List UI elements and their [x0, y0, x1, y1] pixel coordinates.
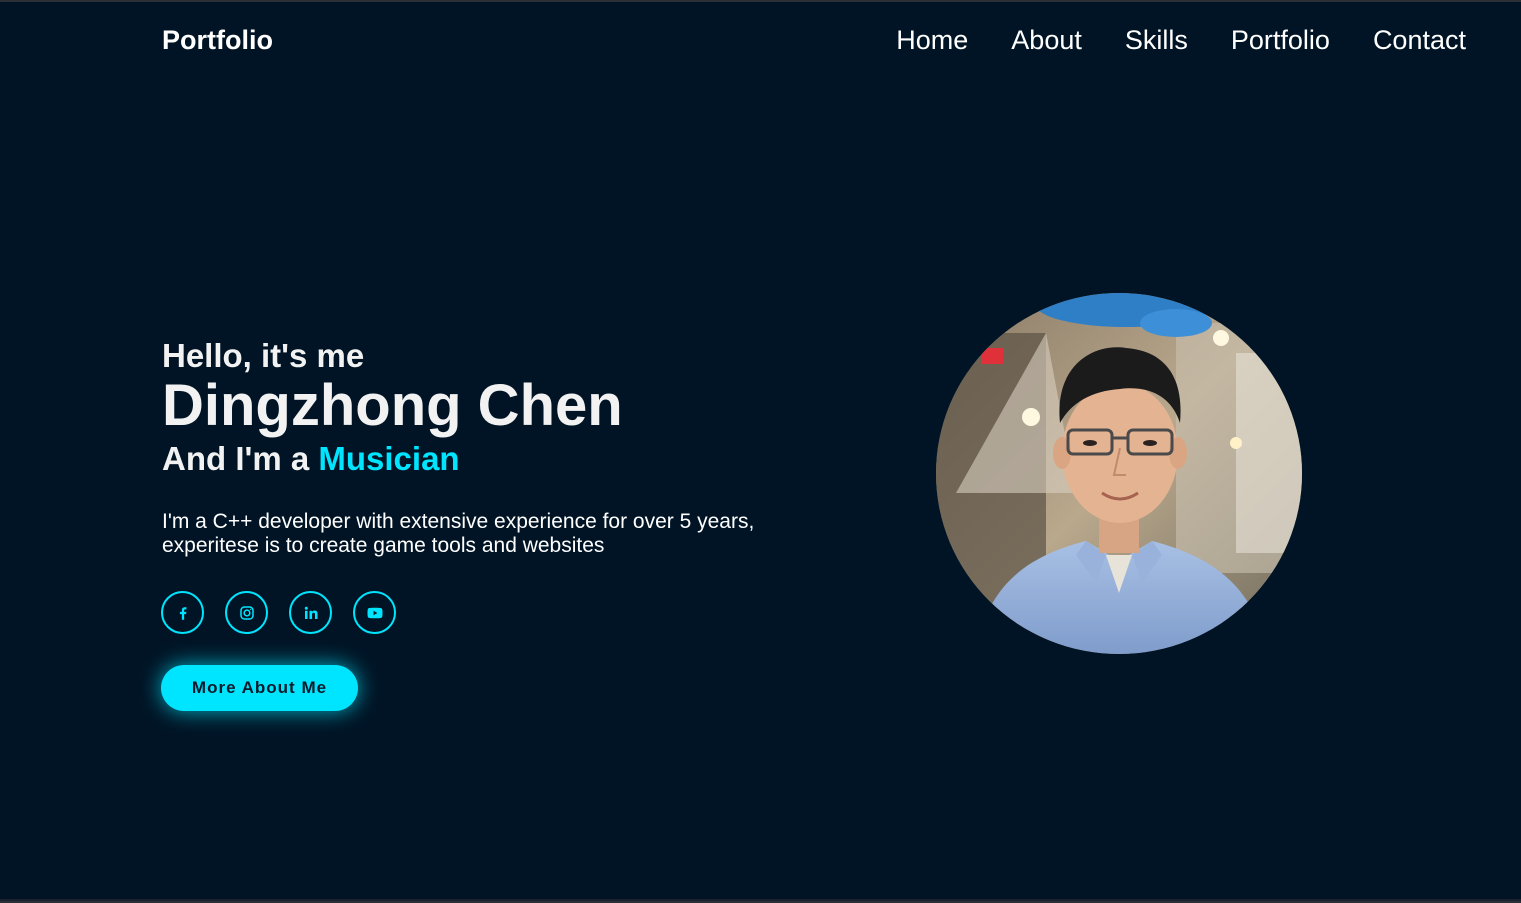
site-logo[interactable]: Portfolio — [162, 22, 273, 58]
hero-role: And I'm a Musician — [162, 439, 460, 479]
youtube-icon[interactable] — [353, 591, 396, 634]
hero-name: Dingzhong Chen — [162, 373, 623, 438]
nav-skills[interactable]: Skills — [1125, 22, 1188, 58]
main-nav: Home About Skills Portfolio Contact — [896, 22, 1466, 58]
social-links — [161, 591, 396, 634]
hero-greeting: Hello, it's me — [162, 337, 365, 374]
profile-photo — [936, 293, 1302, 654]
portfolio-page: Portfolio Home About Skills Portfolio Co… — [0, 2, 1521, 901]
linkedin-icon[interactable] — [289, 591, 332, 634]
hero-description: I'm a C++ developer with extensive exper… — [162, 510, 802, 558]
more-about-me-button[interactable]: More About Me — [161, 665, 358, 711]
nav-contact[interactable]: Contact — [1373, 22, 1466, 58]
instagram-icon[interactable] — [225, 591, 268, 634]
role-prefix: And I'm a — [162, 440, 310, 477]
nav-about[interactable]: About — [1011, 22, 1082, 58]
facebook-icon[interactable] — [161, 591, 204, 634]
description-line-1: I'm a C++ developer with extensive exper… — [162, 510, 755, 533]
nav-portfolio[interactable]: Portfolio — [1231, 22, 1330, 58]
description-line-2: experitese is to create game tools and w… — [162, 534, 605, 557]
role-highlight: Musician — [318, 440, 460, 477]
nav-home[interactable]: Home — [896, 22, 968, 58]
